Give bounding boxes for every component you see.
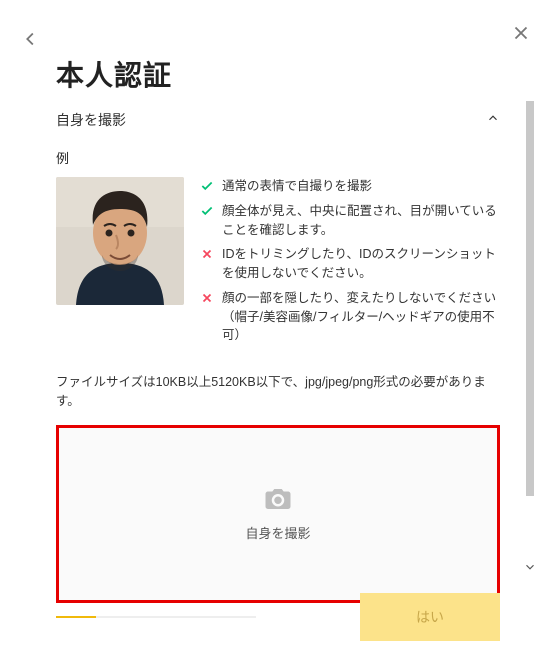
upload-caption: 自身を撮影 [245,523,310,542]
back-button[interactable] [20,28,42,55]
selfie-upload-area[interactable]: 自身を撮影 [56,425,500,603]
close-button[interactable] [510,22,532,49]
rule-item: IDをトリミングしたり、IDのスクリーンショットを使用しないでください。 [200,245,500,283]
progress-fill [56,616,96,618]
page-title: 本人認証 [56,54,500,94]
rule-item: 顔の一部を隠したり、変えたりしないでください（帽子/美容画像/フィルター/ヘッド… [200,289,500,345]
check-icon [200,179,214,193]
chevron-up-icon [486,111,500,130]
submit-button[interactable]: はい [360,593,500,641]
camera-icon [263,486,293,517]
rule-text: 通常の表情で自撮りを撮影 [222,177,500,196]
check-icon [200,204,214,218]
rule-item: 通常の表情で自撮りを撮影 [200,177,500,196]
section-header[interactable]: 自身を撮影 [56,106,500,138]
example-label: 例 [56,148,500,167]
progress-bar [56,616,256,618]
rules-list: 通常の表情で自撮りを撮影顔全体が見え、中央に配置され、目が開いていることを確認し… [200,177,500,351]
scrollbar[interactable] [526,101,534,567]
rule-text: 顔の一部を隠したり、変えたりしないでください（帽子/美容画像/フィルター/ヘッド… [222,289,500,345]
chevron-down-icon[interactable] [523,560,537,577]
filesize-note: ファイルサイズは10KB以上5120KB以下で、jpg/jpeg/png形式の必… [56,373,500,411]
rule-item: 顔全体が見え、中央に配置され、目が開いていることを確認します。 [200,202,500,240]
cross-icon [200,247,214,261]
rule-text: IDをトリミングしたり、IDのスクリーンショットを使用しないでください。 [222,245,500,283]
cross-icon [200,291,214,305]
scrollbar-thumb[interactable] [526,101,534,496]
rule-text: 顔全体が見え、中央に配置され、目が開いていることを確認します。 [222,202,500,240]
example-photo [56,177,184,305]
section-label: 自身を撮影 [56,110,126,130]
